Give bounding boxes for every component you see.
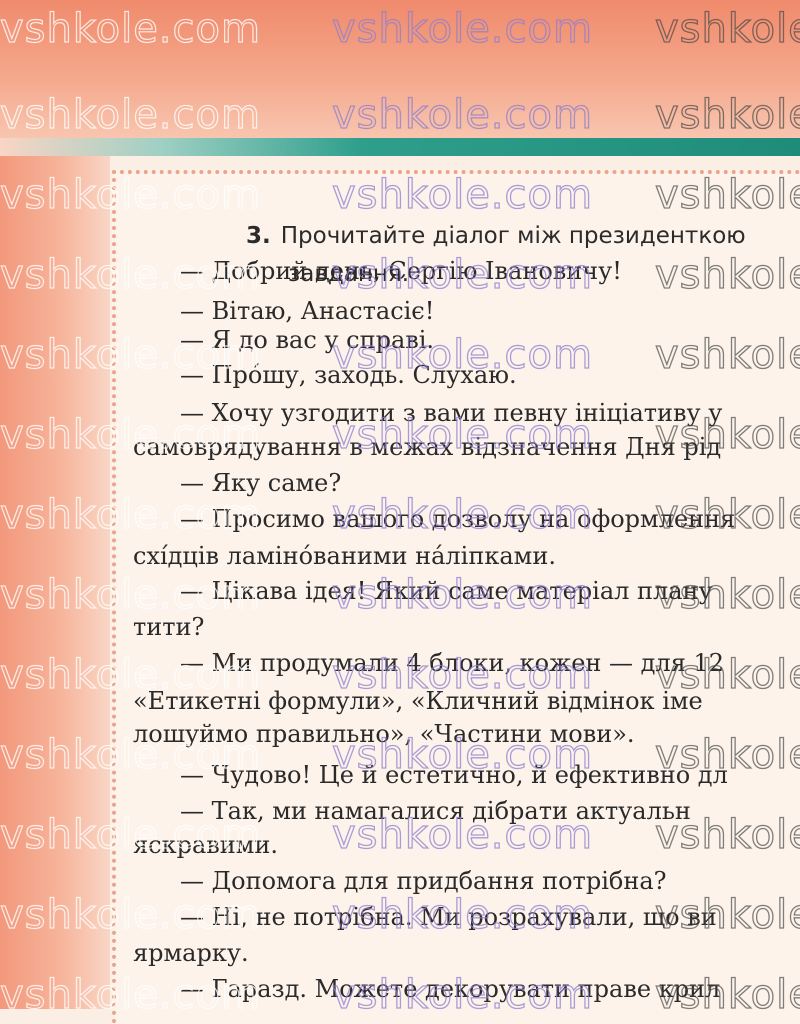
dialogue-line: — Цікава ідея! Який саме матеріал плану xyxy=(180,577,713,605)
dialogue-line: яскравими. xyxy=(133,831,279,859)
dialogue-line: — Про́шу, заходь. Слухаю. xyxy=(180,361,517,389)
dialogue-line: — Хочу узгодити з вами певну ініціативу … xyxy=(180,399,723,427)
dialogue-line: — Ми продумали 4 блоки, кожен — для 12 xyxy=(180,649,724,677)
task-number: 3. xyxy=(246,223,271,249)
dialogue-line: — Добрий день, Сергію Івановичу! xyxy=(180,257,622,285)
divider-stripe xyxy=(0,138,800,156)
dialogue-line: ярмарку. xyxy=(133,939,249,967)
header-band xyxy=(0,0,800,140)
dialogue-line: тити? xyxy=(133,613,205,641)
dialogue-line: «Етикетні формули», «Кличний відмінок ім… xyxy=(133,687,703,715)
dialogue-line: — Просимо вашого дозволу на оформлення xyxy=(180,505,736,533)
dialogue-line: — Ні, не потрібна. Ми розрахували, що ви xyxy=(180,903,717,931)
dialogue-line: — Так, ми намагалися дібрати актуальн xyxy=(180,797,691,825)
task-heading: 3. Прочитайте діалог між президенткою xyxy=(246,220,800,252)
dialogue-line: — Допомога для придбання потрібна? xyxy=(180,867,667,895)
dialogue-line: схі́дців ламіно́ваними на́ліпками. xyxy=(133,542,556,570)
dialogue-line: — Чудово! Це й естетично, й ефективно дл xyxy=(180,761,728,789)
dialogue-line: — Я до вас у справі. xyxy=(180,326,435,354)
dialogue-line: лошуймо правильно», «Частини мови». xyxy=(133,720,635,748)
dialogue-line: — Гаразд. Можете декорувати праве крил xyxy=(180,975,721,1003)
dialogue-line: самоврядування в межах відзначення Дня р… xyxy=(133,433,722,461)
task-text: Прочитайте діалог між президенткою xyxy=(280,223,746,249)
dialogue-line: — Яку саме? xyxy=(180,469,342,497)
